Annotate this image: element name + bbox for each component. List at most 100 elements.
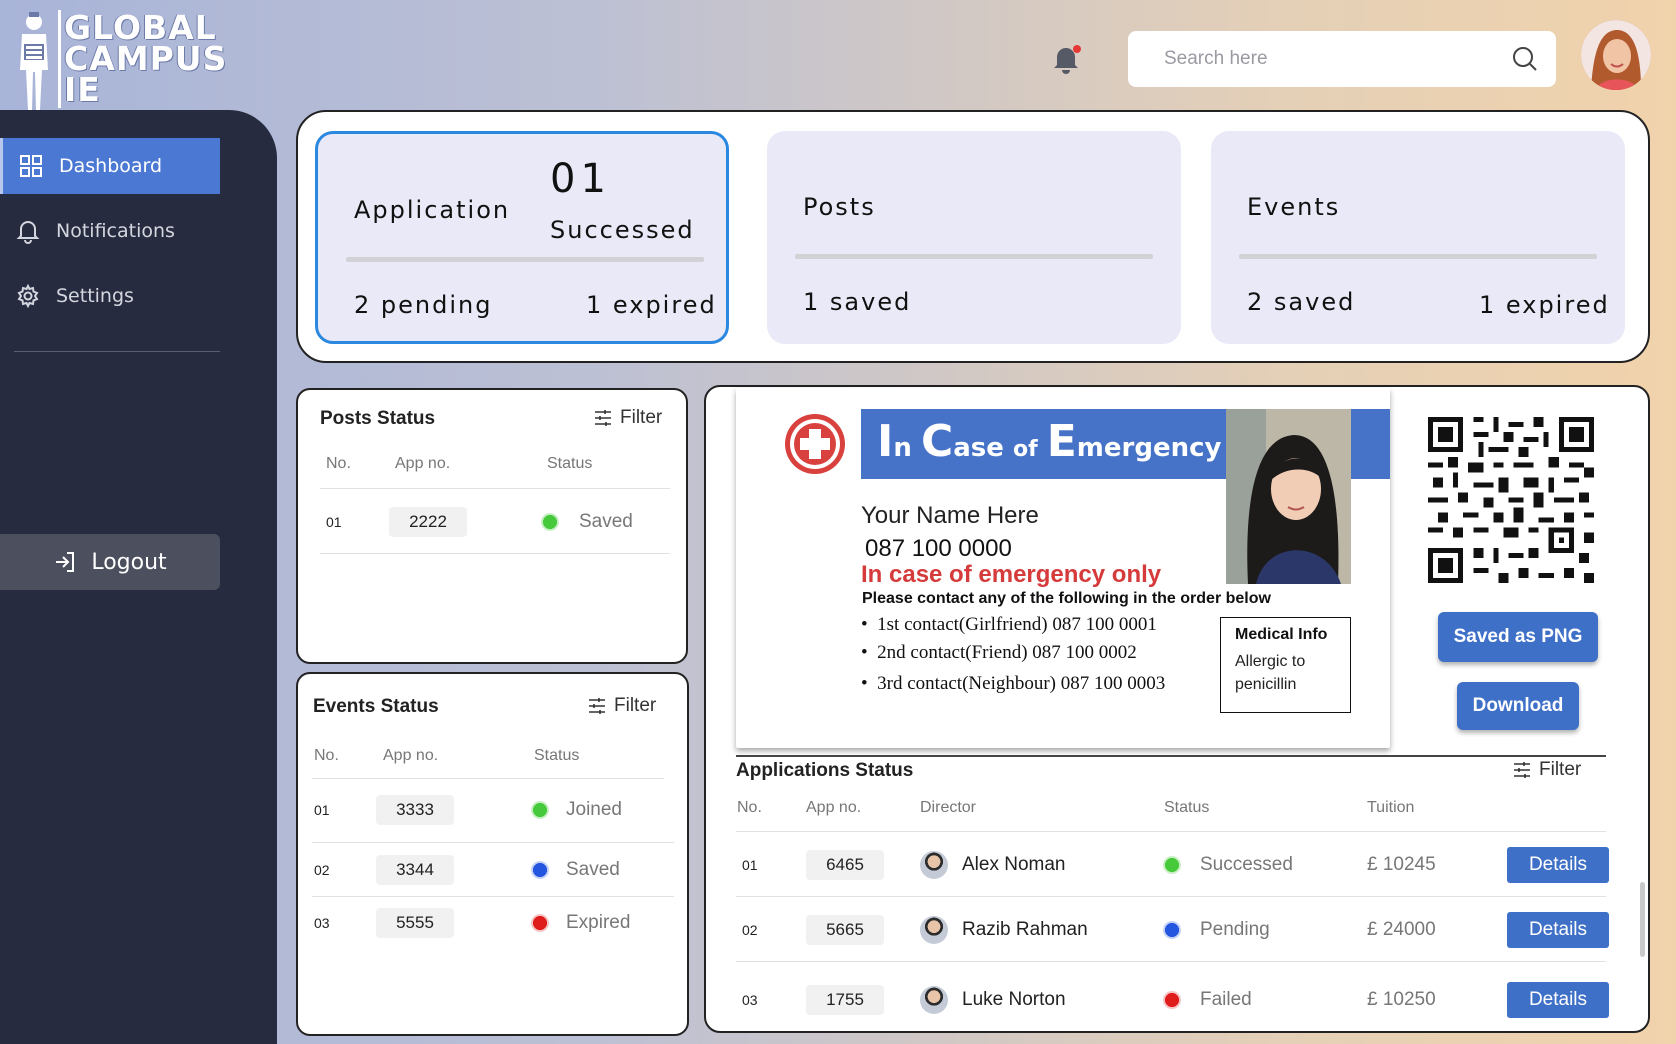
pending-note: 2 pending [354, 291, 493, 319]
details-button[interactable]: Details [1507, 912, 1609, 948]
medical-info-box: Medical Info Allergic to penicillin [1220, 617, 1351, 713]
app-number: 1755 [806, 985, 884, 1015]
card-label: Posts [803, 193, 876, 221]
posts-status-panel: Posts Status Filter No. App no. Status 0… [296, 388, 688, 664]
download-button[interactable]: Download [1457, 682, 1579, 730]
table-divider [736, 831, 1606, 832]
column-header: No. [326, 455, 351, 472]
table-divider [312, 778, 664, 779]
filter-label: Filter [614, 695, 657, 716]
application-card[interactable]: Application 01 Successed 2 pending 1 exp… [315, 131, 729, 344]
app-number: 5555 [376, 908, 454, 938]
ice-contact-1: • 1st contact(Girlfriend) 087 100 0001 [861, 614, 1157, 635]
medical-title: Medical Info [1235, 626, 1328, 643]
director-name: Alex Noman [962, 854, 1066, 875]
user-avatar[interactable] [1581, 20, 1651, 90]
column-header: App no. [395, 455, 451, 472]
row-number: 02 [742, 922, 758, 938]
expired-note: 1 expired [586, 291, 717, 319]
notification-badge [1073, 45, 1081, 53]
events-status-panel: Events Status Filter No. App no. Status … [296, 672, 689, 1036]
grid-icon [20, 155, 42, 177]
card-divider [795, 254, 1153, 259]
sidebar: Dashboard Notifications Settings Logout [0, 110, 277, 1044]
row-number: 03 [314, 915, 330, 931]
details-button[interactable]: Details [1507, 982, 1609, 1018]
applications-filter-button[interactable]: Filter [1513, 759, 1581, 781]
events-filter-button[interactable]: Filter [588, 695, 656, 717]
sidebar-item-label: Notifications [56, 220, 175, 242]
app-number: 6465 [806, 850, 884, 880]
column-header: Tuition [1367, 799, 1415, 816]
posts-filter-button[interactable]: Filter [594, 407, 662, 429]
expired-note: 1 expired [1479, 291, 1610, 319]
column-header: Status [547, 455, 593, 472]
brand-logo: GLOBAL CAMPUS IE [8, 6, 238, 110]
tuition-amount: £ 24000 [1367, 919, 1436, 940]
app-number: 3344 [376, 855, 454, 885]
logout-button[interactable]: Logout [0, 534, 220, 590]
filter-label: Filter [1539, 759, 1582, 780]
card-divider [1239, 254, 1597, 259]
medical-cross-icon [785, 414, 845, 474]
ice-photo [1226, 409, 1351, 584]
logo-divider [58, 10, 61, 108]
director-name: Razib Rahman [962, 919, 1088, 940]
column-header: Status [534, 747, 580, 764]
card-label: Application [354, 196, 511, 224]
gear-icon [17, 284, 39, 308]
status-dot [531, 801, 549, 819]
status-dot [541, 513, 559, 531]
saved-note: 2 saved [1247, 288, 1356, 316]
sidebar-item-dashboard[interactable]: Dashboard [0, 138, 220, 194]
director-avatar [920, 851, 948, 879]
filter-icon [595, 410, 611, 426]
medical-body: Allergic to penicillin [1235, 653, 1306, 693]
status-text: Joined [566, 799, 622, 820]
ice-contact-2: • 2nd contact(Friend) 087 100 0002 [861, 642, 1137, 663]
card-label: Events [1247, 193, 1341, 221]
tuition-amount: £ 10250 [1367, 989, 1436, 1010]
logout-label: Logout [91, 549, 167, 575]
app-number: 5665 [806, 915, 884, 945]
search-bar [1128, 31, 1556, 87]
table-scrollbar[interactable] [1640, 882, 1645, 957]
portrait-photo [1226, 409, 1351, 584]
panel-title: Posts Status [320, 408, 436, 429]
events-card[interactable]: Events 2 saved 1 expired [1211, 131, 1625, 344]
ice-name: Your Name Here [861, 502, 1039, 529]
applications-status-title: Applications Status [736, 760, 914, 781]
table-divider [736, 961, 1606, 962]
column-header: App no. [383, 747, 439, 764]
status-text: Saved [579, 511, 633, 532]
search-icon[interactable] [1512, 46, 1538, 72]
status-text: Pending [1200, 919, 1270, 940]
emergency-card: In Case of Emergency Your Name Here 087 … [736, 388, 1390, 748]
card-divider [346, 257, 704, 262]
status-text: Expired [566, 912, 631, 933]
sidebar-item-notifications[interactable]: Notifications [0, 203, 220, 259]
column-header: No. [314, 747, 339, 764]
director-name: Luke Norton [962, 989, 1066, 1010]
ice-contact-3: • 3rd contact(Neighbour) 087 100 0003 [861, 673, 1166, 694]
search-input[interactable] [1164, 48, 1512, 70]
status-dot [1163, 921, 1181, 939]
sidebar-item-label: Dashboard [59, 155, 163, 177]
logo-text: GLOBAL CAMPUS IE [64, 8, 228, 109]
status-dot [531, 914, 549, 932]
student-figure-icon [20, 12, 48, 110]
logout-icon [56, 552, 75, 572]
application-count: 01 [550, 156, 611, 202]
director-avatar [920, 916, 948, 944]
column-header: App no. [806, 799, 862, 816]
user-photo [1581, 20, 1651, 90]
sidebar-item-label: Settings [56, 285, 134, 307]
save-as-png-button[interactable]: Saved as PNG [1438, 612, 1598, 662]
row-number: 03 [742, 992, 758, 1008]
posts-card[interactable]: Posts 1 saved [767, 131, 1181, 344]
bell-icon [16, 221, 40, 244]
details-button[interactable]: Details [1507, 847, 1609, 883]
filter-label: Filter [620, 407, 663, 428]
sidebar-item-settings[interactable]: Settings [0, 268, 220, 324]
column-header: No. [737, 799, 762, 816]
